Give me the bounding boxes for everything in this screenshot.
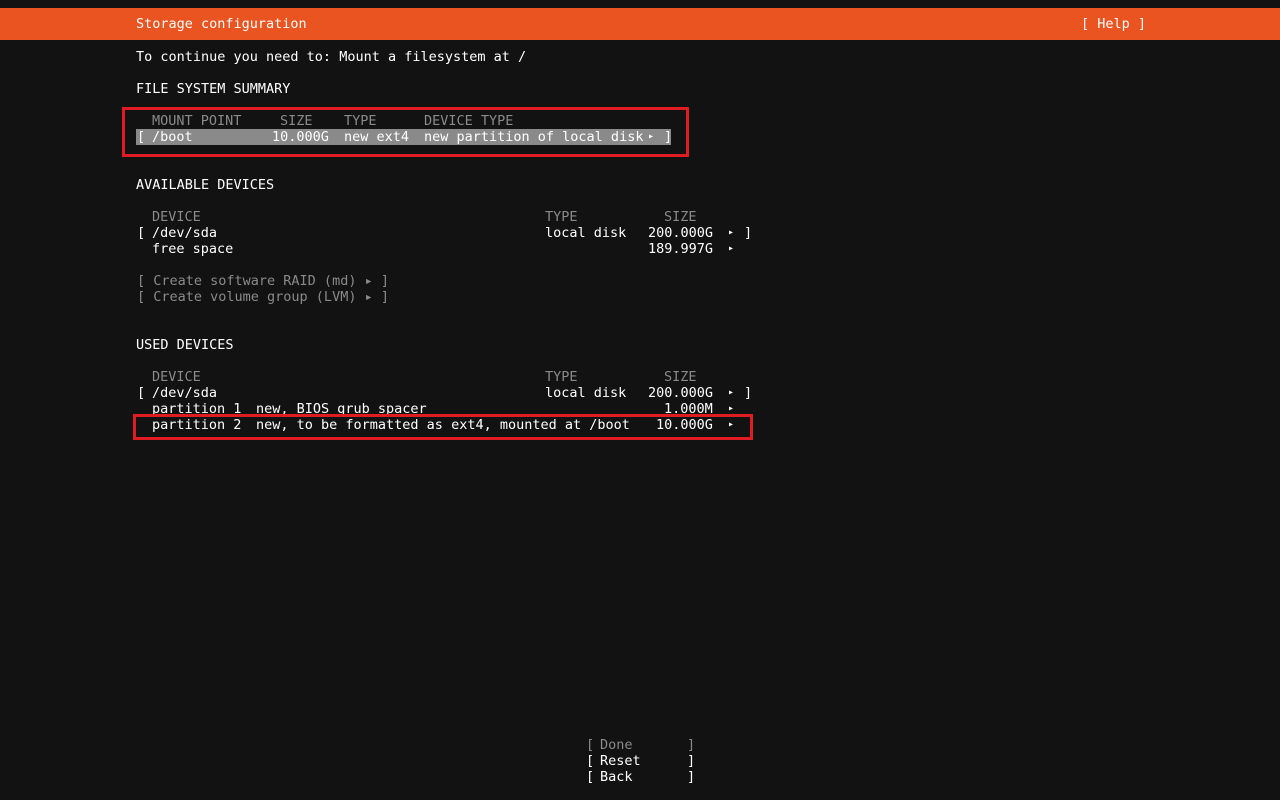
available-disk-type: local disk — [545, 225, 627, 241]
reset-label: Reset — [600, 753, 641, 769]
fs-summary-heading: FILE SYSTEM SUMMARY — [136, 81, 291, 97]
available-col-device: DEVICE — [152, 209, 201, 225]
annotation-box-partition-2 — [133, 414, 753, 440]
free-space-arrow-icon: ▸ — [728, 243, 735, 254]
free-space-label: free space — [152, 241, 234, 257]
available-disk-size: 200.000G — [648, 225, 714, 241]
used-col-size: SIZE — [664, 369, 697, 385]
used-col-device: DEVICE — [152, 369, 201, 385]
used-disk-close-bracket: ] — [744, 385, 753, 401]
used-disk-type: local disk — [545, 385, 627, 401]
used-disk-open-bracket: [ — [137, 385, 146, 401]
used-col-type: TYPE — [545, 369, 578, 385]
used-devices-heading: USED DEVICES — [136, 337, 234, 353]
create-raid-button[interactable]: [ Create software RAID (md) ▸ ] — [137, 273, 389, 289]
used-disk-name: /dev/sda — [152, 385, 218, 401]
status-message: To continue you need to: Mount a filesys… — [136, 49, 527, 65]
done-open-bracket: [ — [586, 737, 595, 753]
available-disk-name: /dev/sda — [152, 225, 218, 241]
available-devices-heading: AVAILABLE DEVICES — [136, 177, 275, 193]
available-disk-close-bracket: ] — [744, 225, 753, 241]
available-disk-open-bracket: [ — [137, 225, 146, 241]
help-button[interactable]: [ Help ] — [1081, 16, 1146, 32]
reset-open-bracket: [ — [586, 753, 595, 769]
top-strip — [0, 0, 1280, 8]
done-label: Done — [600, 737, 633, 753]
available-col-size: SIZE — [664, 209, 697, 225]
back-close-bracket: ] — [687, 769, 696, 785]
used-disk-arrow-icon: ▸ — [728, 387, 735, 398]
page-title: Storage configuration — [136, 16, 307, 32]
done-close-bracket: ] — [687, 737, 696, 753]
annotation-box-fs-summary — [122, 107, 689, 157]
create-lvm-button[interactable]: [ Create volume group (LVM) ▸ ] — [137, 289, 389, 305]
back-open-bracket: [ — [586, 769, 595, 785]
used-disk-size: 200.000G — [648, 385, 714, 401]
reset-close-bracket: ] — [687, 753, 696, 769]
free-space-size: 189.997G — [648, 241, 714, 257]
back-label: Back — [600, 769, 633, 785]
available-col-type: TYPE — [545, 209, 578, 225]
installer-screen: Storage configuration [ Help ] To contin… — [0, 0, 1280, 800]
available-disk-arrow-icon: ▸ — [728, 227, 735, 238]
